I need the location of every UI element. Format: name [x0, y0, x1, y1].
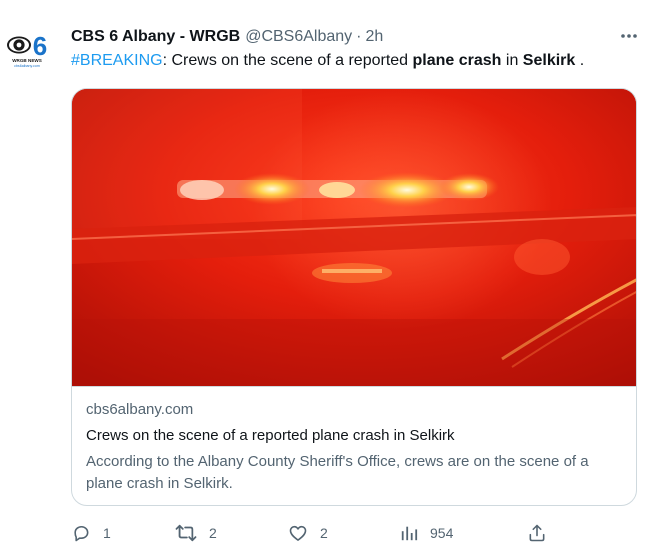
reply-count: 1 [103, 525, 111, 541]
svg-text:WRGB NEWS: WRGB NEWS [12, 58, 42, 63]
svg-text:cbs6albany.com: cbs6albany.com [14, 64, 40, 68]
tweet-text-part: in [501, 52, 523, 69]
separator-dot: · [356, 28, 362, 45]
author-name[interactable]: CBS 6 Albany - WRGB [71, 26, 240, 48]
card-title[interactable]: Crews on the scene of a reported plane c… [86, 426, 455, 446]
share-icon [529, 524, 545, 542]
heart-icon [289, 525, 307, 541]
tweet-actions: 1 2 2 954 [71, 521, 551, 545]
emergency-lights-photo [72, 89, 636, 386]
reply-icon [74, 525, 89, 542]
author-handle[interactable]: @CBS6Albany [245, 26, 352, 48]
more-options-button[interactable] [614, 26, 644, 46]
hashtag-link[interactable]: #BREAKING [71, 52, 163, 69]
views-button[interactable]: 954 [400, 521, 453, 545]
views-icon [401, 526, 418, 541]
views-count: 954 [430, 525, 454, 541]
tweet-text-part: . [575, 52, 585, 69]
avatar[interactable]: 6 WRGB NEWS cbs6albany.com [2, 24, 52, 74]
tweet-text-part: : Crews on the scene of a reported [162, 52, 413, 69]
tweet-text-bold: plane crash [412, 52, 502, 69]
more-horizontal-icon [621, 34, 637, 38]
share-button[interactable] [527, 521, 547, 545]
tweet-timestamp[interactable]: 2h [366, 26, 384, 48]
link-card[interactable]: cbs6albany.com Crews on the scene of a r… [71, 88, 637, 506]
retweet-button[interactable]: 2 [175, 521, 217, 545]
card-image[interactable] [72, 89, 636, 386]
tweet: 6 WRGB NEWS cbs6albany.com CBS 6 Albany … [0, 0, 656, 550]
retweet-count: 2 [209, 525, 217, 541]
like-count: 2 [320, 525, 328, 541]
tweet-text-bold: Selkirk [522, 52, 576, 69]
tweet-header: CBS 6 Albany - WRGB @CBS6Albany · 2h [71, 26, 383, 48]
cbs-eye-logo-icon: 6 WRGB NEWS cbs6albany.com [2, 24, 52, 74]
card-domain[interactable]: cbs6albany.com [86, 400, 193, 420]
card-divider [72, 386, 636, 387]
card-description: According to the Albany County Sheriff's… [86, 453, 589, 492]
like-button[interactable]: 2 [288, 521, 328, 545]
tweet-text: #BREAKING: Crews on the scene of a repor… [71, 50, 641, 72]
retweet-icon [175, 524, 197, 542]
svg-text:6: 6 [33, 31, 47, 61]
reply-button[interactable]: 1 [71, 521, 111, 545]
